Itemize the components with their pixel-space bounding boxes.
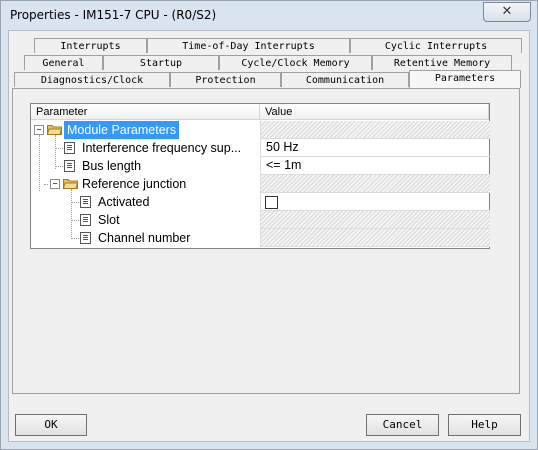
row-value	[260, 175, 490, 193]
row-label: Activated	[98, 195, 150, 209]
tab-diagnostics-clock[interactable]: Diagnostics/Clock	[14, 72, 170, 87]
parameter-icon	[80, 214, 91, 226]
row-value[interactable]: 50 Hz	[260, 139, 490, 157]
cancel-button[interactable]: Cancel	[366, 414, 439, 436]
help-button[interactable]: Help	[448, 414, 521, 436]
tab-cyclic-interrupts[interactable]: Cyclic Interrupts	[350, 38, 522, 53]
folder-icon	[47, 125, 62, 135]
tree-line	[71, 202, 79, 203]
row-value	[260, 193, 490, 211]
collapse-icon[interactable]: −	[50, 179, 60, 189]
tab-retentive-memory[interactable]: Retentive Memory	[372, 55, 512, 70]
parameter-icon	[80, 232, 91, 244]
tab-parameters[interactable]: Parameters	[409, 70, 521, 88]
row-label: Bus length	[82, 159, 142, 173]
tab-interrupts[interactable]: Interrupts	[34, 38, 147, 53]
tab-startup[interactable]: Startup	[103, 55, 219, 70]
tab-time-of-day-interrupts[interactable]: Time-of-Day Interrupts	[147, 38, 350, 53]
column-header-parameter[interactable]: Parameter	[31, 104, 260, 120]
collapse-icon[interactable]: −	[34, 125, 44, 135]
parameter-icon	[64, 142, 75, 154]
window-title: Properties - IM151-7 CPU - (R0/S2)	[10, 8, 217, 22]
tree-line	[71, 220, 79, 221]
tab-cycle-clock-memory[interactable]: Cycle/Clock Memory	[219, 55, 372, 70]
row-value	[260, 121, 490, 139]
tab-protection[interactable]: Protection	[170, 72, 281, 87]
parameter-table: Parameter Value − Module Parameters Inte…	[30, 103, 490, 249]
column-header-value[interactable]: Value	[260, 104, 489, 120]
tree-line	[71, 189, 72, 239]
ok-button[interactable]: OK	[15, 414, 87, 436]
row-label: Channel number	[98, 231, 191, 245]
row-value	[260, 211, 490, 229]
tree-line	[44, 184, 48, 185]
row-label: Reference junction	[82, 177, 187, 191]
title-bar: Properties - IM151-7 CPU - (R0/S2) ✕	[1, 1, 537, 31]
parameter-icon	[64, 160, 75, 172]
tree-line	[39, 135, 40, 191]
parameter-icon	[80, 196, 91, 208]
activated-checkbox[interactable]	[265, 196, 278, 209]
row-value[interactable]: <= 1m	[260, 157, 490, 175]
row-label: Interference frequency sup...	[82, 141, 242, 155]
close-icon: ✕	[501, 4, 513, 19]
close-button[interactable]: ✕	[483, 2, 531, 22]
tab-communication[interactable]: Communication	[281, 72, 409, 87]
row-value	[260, 229, 490, 247]
folder-icon	[63, 179, 78, 189]
tree-line	[71, 238, 79, 239]
row-label[interactable]: Module Parameters	[64, 121, 180, 139]
tab-general[interactable]: General	[24, 55, 103, 70]
tree-line	[55, 135, 56, 169]
tree-line	[55, 148, 63, 149]
row-label: Slot	[98, 213, 120, 227]
tree-line	[55, 166, 63, 167]
